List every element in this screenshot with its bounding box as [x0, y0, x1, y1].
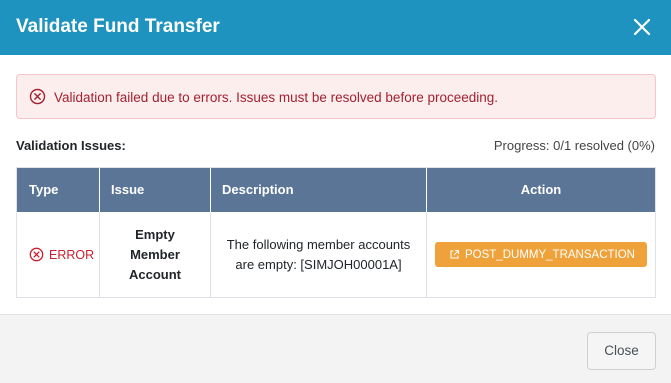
error-circle-icon: [29, 247, 44, 262]
column-header-action: Action: [520, 182, 562, 197]
error-circle-icon: [29, 88, 46, 105]
dialog-title: Validate Fund Transfer: [16, 16, 220, 37]
close-button[interactable]: Close: [587, 332, 656, 370]
action-cell: POST_DUMMY_TRANSACTION: [427, 212, 655, 297]
type-cell: ERROR: [17, 212, 100, 297]
validation-issues-table: Type Issue Description Action ERROR Empt…: [16, 167, 656, 298]
column-header-issue: Issue: [100, 168, 211, 212]
issue-cell: Empty Member Account: [100, 212, 211, 297]
external-link-icon: [450, 249, 460, 259]
dialog-header: Validate Fund Transfer: [0, 0, 671, 55]
column-header-description: Description: [211, 168, 427, 212]
table-row: ERROR Empty Member Account The following…: [17, 212, 655, 297]
validation-issues-label: Validation Issues:: [16, 138, 126, 153]
alert-message: Validation failed due to errors. Issues …: [54, 90, 499, 105]
error-type-label: ERROR: [49, 247, 95, 262]
close-icon[interactable]: [631, 16, 653, 38]
validation-error-alert: Validation failed due to errors. Issues …: [16, 74, 656, 119]
description-cell: The following member accounts are empty:…: [211, 212, 427, 297]
action-button-label: POST_DUMMY_TRANSACTION: [465, 248, 635, 261]
column-header-type: Type: [17, 168, 100, 212]
post-dummy-transaction-button[interactable]: POST_DUMMY_TRANSACTION: [435, 242, 647, 267]
table-header: Type Issue Description Action: [17, 168, 655, 212]
progress-status: Progress: 0/1 resolved (0%): [493, 138, 655, 153]
dialog-footer: Close: [0, 314, 671, 383]
validate-fund-transfer-dialog: Validate Fund Transfer Validation failed…: [0, 0, 671, 383]
